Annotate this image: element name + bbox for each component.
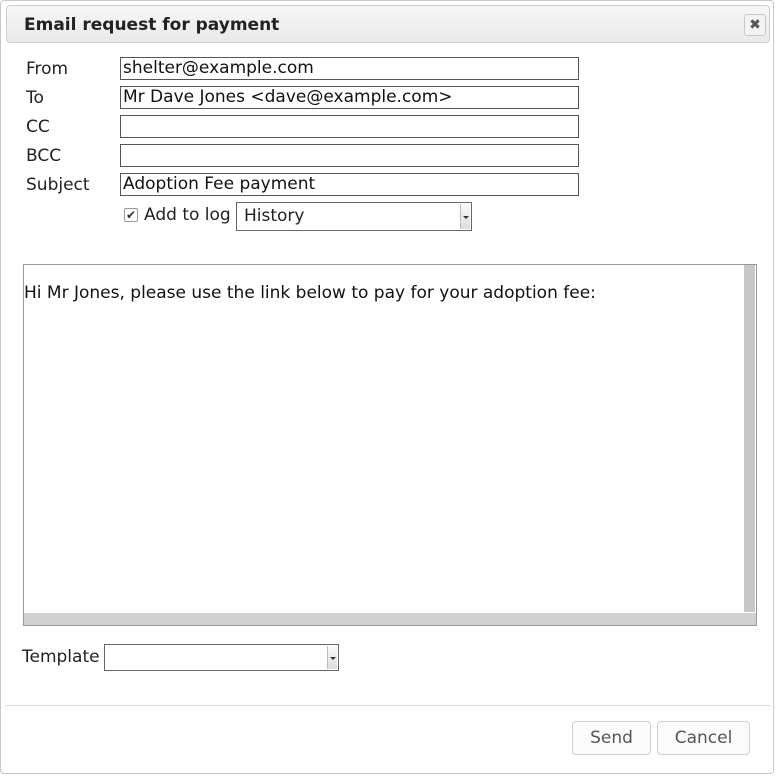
dialog-title: Email request for payment: [24, 15, 280, 35]
close-button[interactable]: ✖: [744, 14, 766, 36]
from-field[interactable]: shelter@example.com: [120, 57, 579, 80]
log-type-select[interactable]: History: [236, 202, 472, 231]
add-to-log-checkbox[interactable]: ✔: [124, 208, 138, 222]
footer-divider: [6, 705, 770, 706]
add-to-log-label: Add to log: [144, 205, 231, 225]
close-icon: ✖: [749, 17, 761, 33]
from-label: From: [26, 59, 69, 79]
chevron-down-icon: [460, 204, 470, 229]
checkmark-icon: ✔: [125, 208, 137, 222]
chevron-down-icon: [327, 646, 337, 669]
cc-label: CC: [26, 117, 50, 137]
cc-field[interactable]: [120, 115, 579, 138]
to-field[interactable]: Mr Dave Jones <dave@example.com>: [120, 86, 579, 109]
to-label: To: [26, 88, 44, 108]
bcc-field[interactable]: [120, 144, 579, 167]
horizontal-scrollbar[interactable]: [24, 613, 756, 625]
subject-field[interactable]: Adoption Fee payment: [120, 173, 579, 196]
cancel-button[interactable]: Cancel: [657, 721, 750, 755]
message-editor[interactable]: Hi Mr Jones, please use the link below t…: [23, 264, 757, 626]
bcc-label: BCC: [26, 146, 62, 166]
template-label: Template: [22, 647, 100, 667]
vertical-scrollbar[interactable]: [744, 265, 755, 612]
email-dialog: Email request for payment ✖ From shelter…: [0, 0, 774, 774]
template-select[interactable]: [104, 644, 339, 671]
message-body: Hi Mr Jones, please use the link below t…: [24, 283, 596, 303]
send-button[interactable]: Send: [572, 721, 651, 755]
log-type-value: History: [244, 206, 305, 226]
dialog-titlebar[interactable]: Email request for payment ✖: [6, 5, 770, 43]
subject-label: Subject: [26, 175, 90, 195]
